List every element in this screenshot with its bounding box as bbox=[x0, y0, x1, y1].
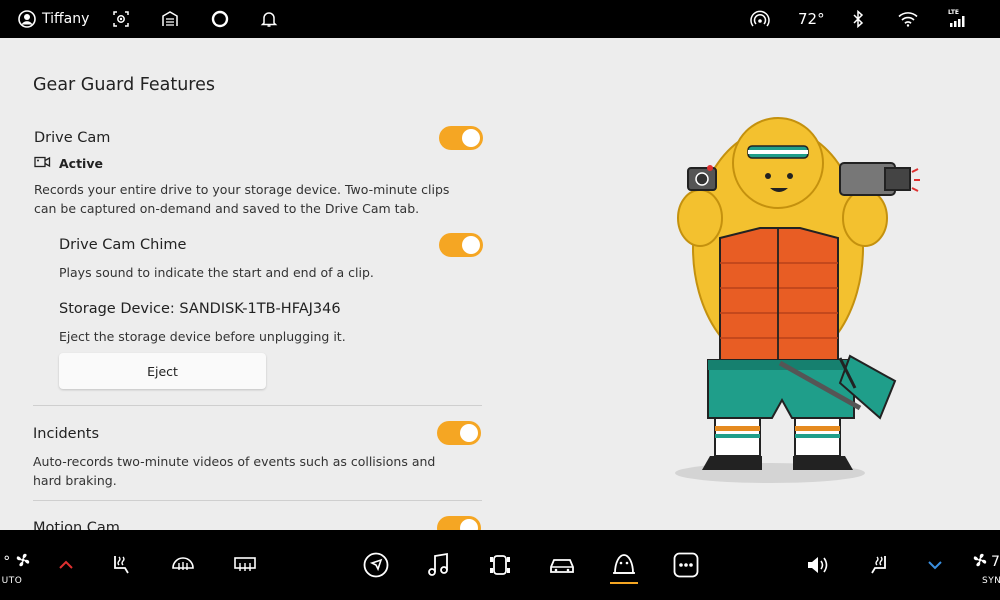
alexa-icon[interactable] bbox=[211, 0, 229, 38]
fan-icon bbox=[972, 552, 988, 572]
navigation-icon[interactable] bbox=[362, 551, 390, 579]
incidents-description-line1: Auto-records two-minute videos of events… bbox=[33, 454, 436, 469]
passenger-temp-fragment: 7 bbox=[991, 554, 1000, 570]
user-name: Tiffany bbox=[42, 11, 90, 27]
divider bbox=[33, 500, 482, 501]
driver-climate-control[interactable]: ° bbox=[0, 552, 34, 572]
bell-icon[interactable] bbox=[260, 0, 278, 38]
more-apps-icon[interactable] bbox=[672, 551, 700, 579]
fan-icon bbox=[15, 552, 31, 572]
auto-mode-label: UTO bbox=[1, 576, 23, 586]
garage-icon[interactable] bbox=[161, 0, 179, 38]
chevron-up-icon[interactable] bbox=[56, 555, 76, 575]
drive-cam-label: Drive Cam bbox=[34, 130, 111, 146]
bluetooth-icon[interactable] bbox=[851, 0, 865, 38]
vehicle-icon[interactable] bbox=[547, 551, 577, 579]
drive-cam-description-line2: can be captured on-demand and saved to t… bbox=[34, 201, 420, 216]
driver-temp-fragment: ° bbox=[3, 554, 11, 570]
volume-icon[interactable] bbox=[803, 551, 831, 579]
passenger-seat-heat-icon[interactable] bbox=[866, 551, 892, 577]
divider bbox=[33, 405, 482, 406]
drive-cam-description-line1: Records your entire drive to your storag… bbox=[34, 182, 450, 197]
top-status-bar: Tiffany 72° LTE bbox=[0, 0, 1000, 38]
incidents-label: Incidents bbox=[33, 426, 100, 442]
page-title: Gear Guard Features bbox=[33, 75, 215, 95]
sync-label: SYN bbox=[982, 576, 1000, 586]
drive-cam-chime-label: Drive Cam Chime bbox=[59, 237, 187, 253]
gear-guard-mascot-illustration bbox=[675, 117, 920, 483]
drive-cam-toggle[interactable] bbox=[439, 126, 483, 150]
settings-panel: Gear Guard Features Drive Cam Active Rec… bbox=[0, 38, 1000, 530]
rear-defrost-icon[interactable] bbox=[232, 551, 258, 577]
active-tab-indicator bbox=[610, 582, 638, 584]
video-camera-icon bbox=[34, 156, 59, 171]
music-icon[interactable] bbox=[424, 551, 452, 579]
chevron-down-icon[interactable] bbox=[925, 555, 945, 575]
passenger-climate-control[interactable]: 7 bbox=[972, 552, 1000, 572]
motion-cam-label: Motion Cam bbox=[33, 520, 120, 530]
eject-button[interactable]: Eject bbox=[59, 353, 266, 389]
storage-device-label: Storage Device: SANDISK-1TB-HFAJ346 bbox=[59, 301, 341, 317]
cabin-temperature: 72° bbox=[798, 10, 825, 28]
user-icon bbox=[18, 10, 36, 28]
storage-device-description: Eject the storage device before unpluggi… bbox=[59, 329, 346, 344]
incidents-description-line2: hard braking. bbox=[33, 473, 117, 488]
drive-cam-chime-toggle[interactable] bbox=[439, 233, 483, 257]
user-profile[interactable]: Tiffany bbox=[18, 0, 89, 38]
seat-heat-icon[interactable] bbox=[108, 551, 134, 577]
motion-cam-toggle[interactable] bbox=[437, 516, 481, 530]
camera-mode-icon[interactable] bbox=[112, 0, 130, 38]
drive-cam-chime-description: Plays sound to indicate the start and en… bbox=[59, 265, 374, 280]
drive-cam-status-text: Active bbox=[59, 156, 103, 171]
front-defrost-icon[interactable] bbox=[170, 551, 196, 577]
connectivity-icon[interactable] bbox=[750, 0, 770, 38]
bottom-control-bar: ° UTO 7 SYN bbox=[0, 530, 1000, 600]
wifi-icon[interactable] bbox=[898, 0, 918, 38]
drive-cam-status: Active bbox=[34, 156, 103, 171]
gear-guard-icon[interactable] bbox=[609, 549, 639, 579]
signal-icon: LTE bbox=[948, 0, 968, 38]
incidents-toggle[interactable] bbox=[437, 421, 481, 445]
vehicle-controls-icon[interactable] bbox=[486, 551, 514, 579]
